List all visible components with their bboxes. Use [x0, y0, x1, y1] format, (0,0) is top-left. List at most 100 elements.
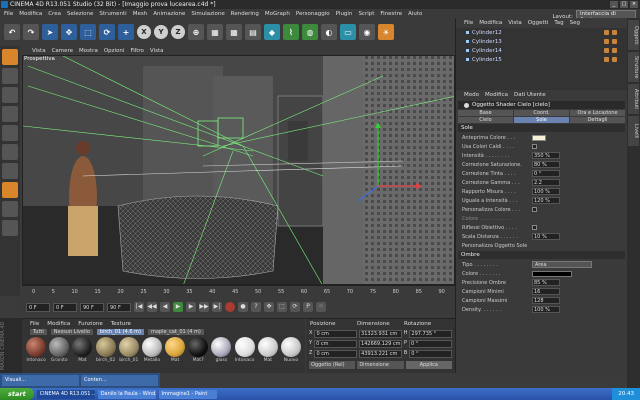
menu-personaggio[interactable]: Personaggio: [296, 11, 330, 17]
camera-icon[interactable]: ◉: [359, 24, 375, 40]
pos-y-field[interactable]: 0 cm: [314, 340, 358, 348]
tab-base[interactable]: Base: [458, 110, 513, 116]
size-y-field[interactable]: 142669.129 cm: [359, 340, 402, 348]
render-view-icon[interactable]: ▦: [207, 24, 223, 40]
shadow-accuracy-field[interactable]: 85 %: [532, 279, 560, 286]
snap-icon[interactable]: [2, 201, 18, 217]
record-icon[interactable]: [225, 302, 235, 312]
maximize-button[interactable]: □: [620, 1, 628, 8]
level-filter-maple[interactable]: maple_cat_01 (4 m): [148, 329, 204, 335]
object-row[interactable]: Cylinder14: [456, 46, 627, 55]
go-to-end-icon[interactable]: ▶|: [212, 302, 222, 312]
material-item[interactable]: birch_02: [95, 337, 116, 363]
menu-selezione[interactable]: Selezione: [67, 11, 93, 17]
material-item[interactable]: Nuovo: [280, 337, 301, 363]
size-x-field[interactable]: 31323.931 cm: [359, 330, 402, 338]
side-tab-attributi[interactable]: Attributi: [628, 84, 639, 114]
close-button[interactable]: ×: [630, 1, 638, 8]
z-axis-lock-icon[interactable]: Z: [171, 25, 185, 39]
distance-scale-field[interactable]: 10 %: [532, 233, 560, 240]
object-row[interactable]: Cylinder15: [456, 55, 627, 64]
task-browser[interactable]: Danilo la Paula - Wind...: [97, 389, 156, 399]
checkbox[interactable]: [532, 144, 537, 149]
select-arrow-icon[interactable]: ➤: [42, 24, 58, 40]
menu-plugin[interactable]: Plugin: [336, 11, 353, 17]
material-item[interactable]: Metallo: [141, 337, 162, 363]
prop-personalizza-oggetto-sole[interactable]: Personalizza Oggetto Sole: [456, 241, 627, 250]
tab-cielo[interactable]: Cielo: [458, 117, 513, 123]
material-item[interactable]: Mat: [165, 337, 186, 363]
ratio-field[interactable]: 100 %: [532, 188, 560, 195]
rotate-icon[interactable]: ⟳: [99, 24, 115, 40]
side-tab-oggetti[interactable]: Oggetti: [628, 20, 639, 50]
tab-coord[interactable]: Coord.: [514, 110, 569, 116]
menu-file[interactable]: File: [4, 11, 13, 17]
menu-animazione[interactable]: Animazione: [153, 11, 185, 17]
material-item[interactable]: birch_01: [118, 337, 139, 363]
object-row[interactable]: Cylinder13: [456, 37, 627, 46]
y-axis-lock-icon[interactable]: Y: [154, 25, 168, 39]
vp-menu-camere[interactable]: Camere: [52, 48, 73, 54]
equal-intensity-field[interactable]: 120 %: [532, 197, 560, 204]
size-z-field[interactable]: 43913.221 cm: [359, 350, 402, 358]
menu-crea[interactable]: Crea: [48, 11, 61, 17]
frame-max-field[interactable]: 90 F: [107, 302, 131, 312]
points-mode-icon[interactable]: [2, 125, 18, 141]
mat-menu-funzione[interactable]: Funzione: [78, 321, 102, 327]
shadow-color-swatch[interactable]: [532, 270, 572, 277]
rotation-key-icon[interactable]: ⟳: [290, 302, 300, 312]
menu-script[interactable]: Script: [358, 11, 374, 17]
redo-icon[interactable]: ↷: [23, 24, 39, 40]
tab-ora-locazione[interactable]: Ora e Locazione: [570, 110, 625, 116]
vp-menu-filtro[interactable]: Filtro: [130, 48, 143, 54]
key-selection-icon[interactable]: ?: [251, 302, 261, 312]
obj-menu-vista[interactable]: Vista: [508, 20, 522, 26]
saturation-field[interactable]: 80 %: [532, 161, 560, 168]
gamma-field[interactable]: 2.2: [532, 179, 560, 186]
mat-menu-modifica[interactable]: Modifica: [47, 321, 70, 327]
attr-menu-modifica[interactable]: Modifica: [485, 92, 508, 98]
render-settings-icon[interactable]: ▤: [245, 24, 261, 40]
level-filter-birch[interactable]: birch_01 (4.6 m): [96, 329, 144, 335]
3d-viewport[interactable]: [22, 55, 455, 285]
menu-simulazione[interactable]: Simulazione: [191, 11, 224, 17]
rot-b-field[interactable]: 0 °: [409, 350, 452, 358]
array-icon[interactable]: ◍: [302, 24, 318, 40]
nurbs-icon[interactable]: ⌇: [283, 24, 299, 40]
vp-menu-vista2[interactable]: Vista: [150, 48, 164, 54]
deformer-icon[interactable]: ◐: [321, 24, 337, 40]
color-swatch[interactable]: [532, 134, 546, 141]
attr-menu-dati-utente[interactable]: Dati Utente: [514, 92, 546, 98]
menu-mesh[interactable]: Mesh: [133, 11, 147, 17]
next-frame-icon[interactable]: ▶: [186, 302, 196, 312]
coordinate-system-icon[interactable]: ⊕: [188, 24, 204, 40]
checkbox[interactable]: [532, 207, 537, 212]
cube-primitive-icon[interactable]: ◆: [264, 24, 280, 40]
play-icon[interactable]: ▶: [173, 302, 183, 312]
start-button[interactable]: start: [0, 388, 34, 400]
rot-p-field[interactable]: 0 °: [409, 340, 452, 348]
section-ombre-header[interactable]: Ombre: [458, 251, 625, 259]
go-to-start-icon[interactable]: |◀: [134, 302, 144, 312]
next-key-icon[interactable]: ▶▶: [199, 302, 209, 312]
param-key-icon[interactable]: P: [303, 302, 313, 312]
obj-menu-seg[interactable]: Seg: [570, 20, 580, 26]
polygons-mode-icon[interactable]: [2, 163, 18, 179]
obj-menu-tag[interactable]: Tag: [554, 20, 563, 26]
side-tab-strutture[interactable]: Strutture: [628, 52, 639, 82]
scene-icon[interactable]: ▭: [340, 24, 356, 40]
texture-mode-icon[interactable]: [2, 87, 18, 103]
undo-icon[interactable]: ↶: [4, 24, 20, 40]
menu-aiuto[interactable]: Aiuto: [408, 11, 422, 17]
object-row[interactable]: Cylinder12: [456, 28, 627, 37]
coord-size-dropdown[interactable]: Dimensione: [357, 361, 404, 369]
max-samples-field[interactable]: 128: [532, 297, 560, 304]
material-item[interactable]: Mat7: [188, 337, 209, 363]
scale-icon[interactable]: ⬚: [80, 24, 96, 40]
model-mode-icon[interactable]: [2, 68, 18, 84]
timeline-ruler[interactable]: 0 5 10 15 20 25 30 35 40 45 50 55 60 65 …: [22, 285, 455, 299]
menu-mograph[interactable]: MoGraph: [265, 11, 290, 17]
menu-strumenti[interactable]: Strumenti: [99, 11, 126, 17]
vp-menu-vista[interactable]: Vista: [32, 48, 46, 54]
lock-workplane-icon[interactable]: [2, 220, 18, 236]
